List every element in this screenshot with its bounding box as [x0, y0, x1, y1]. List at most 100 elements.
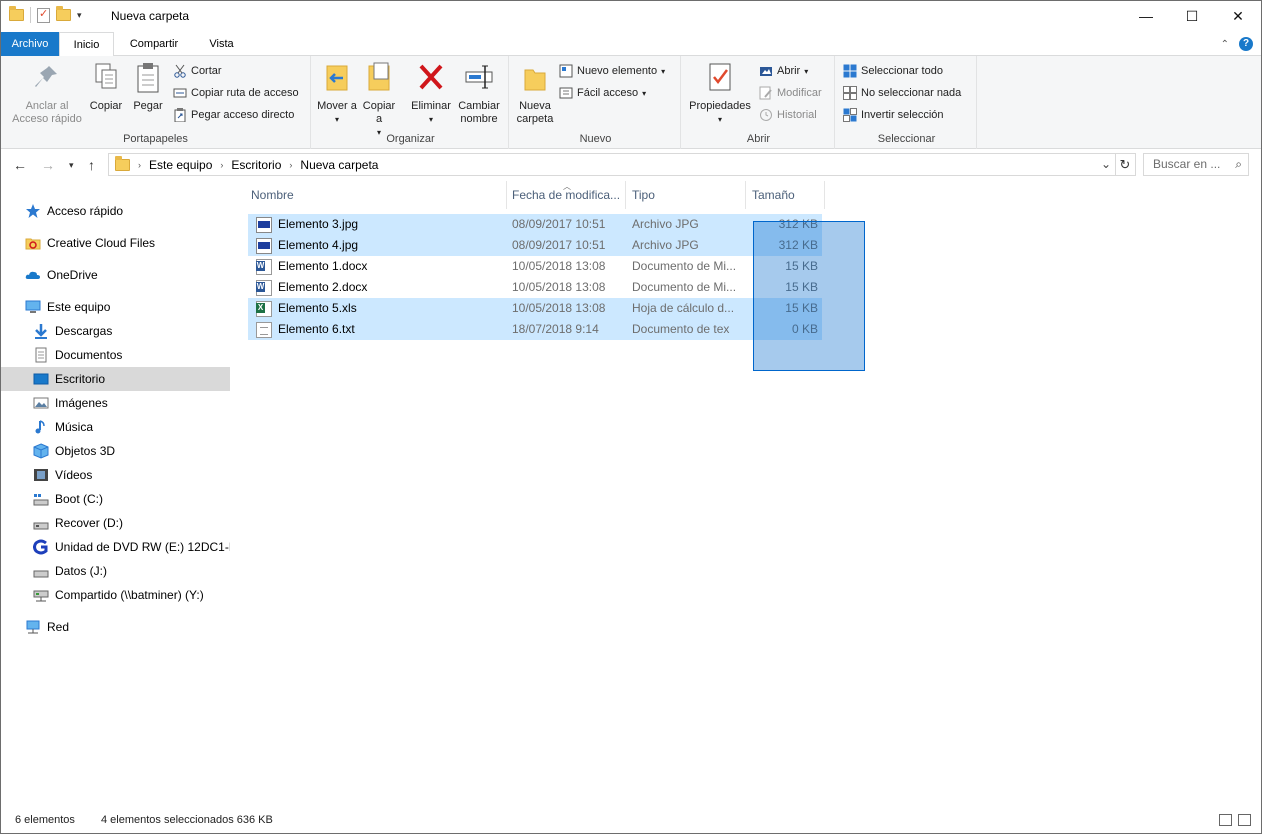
paste-shortcut-label: Pegar acceso directo [191, 109, 295, 121]
nav-item-documentos[interactable]: Documentos [1, 343, 230, 367]
nav-item-musica[interactable]: Música [1, 415, 230, 439]
breadcrumb-separator-icon[interactable]: › [138, 160, 141, 170]
rename-label: Cambiar nombre [458, 100, 500, 125]
copy-to-button[interactable]: Copiar a ▾ [359, 60, 399, 139]
table-row[interactable]: Elemento 2.docx 10/05/2018 13:08 Documen… [248, 277, 822, 298]
invert-selection-button[interactable]: Invertir selección [843, 108, 944, 122]
maximize-button[interactable]: ☐ [1169, 1, 1215, 31]
paste-button[interactable]: Pegar [129, 60, 167, 113]
nav-item-objetos-3d[interactable]: Objetos 3D [1, 439, 230, 463]
nav-item-este-equipo[interactable]: Este equipo [1, 295, 230, 319]
edit-button[interactable]: Modificar [759, 86, 822, 100]
rename-button[interactable]: Cambiar nombre [455, 60, 503, 126]
nav-item-creative-cloud[interactable]: Creative Cloud Files [1, 231, 230, 255]
column-header-fecha[interactable]: Fecha de modifica... [506, 181, 626, 209]
address-history-chevron-icon[interactable]: ⌄ [1101, 157, 1111, 171]
tab-compartir[interactable]: Compartir [118, 32, 190, 56]
nav-item-datos-j[interactable]: Datos (J:) [1, 559, 230, 583]
up-arrow-icon[interactable]: ↑ [88, 157, 95, 173]
table-row[interactable]: Elemento 4.jpg 08/09/2017 10:51 Archivo … [248, 235, 822, 256]
explorer-window: ▾ Nueva carpeta — ☐ ✕ Archivo Inicio Com… [0, 0, 1262, 834]
ribbon: Anclar al Acceso rápido Copiar Pegar Cor… [1, 56, 1261, 149]
open-button[interactable]: Abrir ▾ [759, 64, 808, 78]
table-row[interactable]: Elemento 3.jpg 08/09/2017 10:51 Archivo … [248, 214, 822, 235]
properties-button[interactable]: Propiedades ▾ [685, 60, 755, 126]
table-row[interactable]: Elemento 1.docx 10/05/2018 13:08 Documen… [248, 256, 822, 277]
breadcrumb-separator-icon[interactable]: › [289, 160, 292, 170]
network-icon [25, 619, 41, 635]
history-button[interactable]: Historial [759, 108, 817, 122]
select-none-button[interactable]: No seleccionar nada [843, 86, 961, 100]
copy-button[interactable]: Copiar [87, 60, 125, 113]
nav-item-compartido-y[interactable]: Compartido (\\batminer) (Y:) [1, 583, 230, 607]
file-date: 10/05/2018 13:08 [512, 280, 606, 294]
word-icon [256, 279, 272, 296]
nav-item-escritorio[interactable]: Escritorio [1, 367, 230, 391]
new-folder-label: Nueva carpeta [516, 100, 554, 125]
table-row[interactable]: Elemento 6.txt 18/07/2018 9:14 Documento… [248, 319, 822, 340]
dvd-icon [33, 539, 49, 555]
tab-archivo[interactable]: Archivo [1, 32, 59, 56]
column-header-tipo[interactable]: Tipo [626, 181, 746, 209]
delete-button[interactable]: Eliminar ▾ [409, 60, 453, 126]
collapse-ribbon-icon[interactable]: ⌃ [1221, 39, 1229, 50]
recent-locations-chevron-icon[interactable]: ▾ [69, 160, 74, 171]
address-bar[interactable]: › Este equipo › Escritorio › Nueva carpe… [108, 153, 1116, 176]
breadcrumb-nueva-carpeta[interactable]: Nueva carpeta [300, 158, 378, 172]
creative-cloud-icon [25, 235, 41, 251]
breadcrumb-escritorio[interactable]: Escritorio [231, 158, 281, 172]
nav-item-boot-c[interactable]: Boot (C:) [1, 487, 230, 511]
desktop-icon [33, 371, 49, 387]
new-item-button[interactable]: Nuevo elemento ▾ [559, 64, 665, 78]
column-header-tamano[interactable]: Tamaño [746, 181, 825, 209]
nav-item-imagenes[interactable]: Imágenes [1, 391, 230, 415]
properties-icon [704, 60, 736, 96]
select-all-button[interactable]: Seleccionar todo [843, 64, 943, 78]
file-list: Nombre ︿ Fecha de modifica... Tipo Tamañ… [233, 181, 1261, 811]
move-to-label: Mover a [317, 100, 357, 112]
new-folder-button[interactable]: Nueva carpeta [513, 60, 557, 126]
file-name: Elemento 4.jpg [278, 238, 359, 252]
nav-item-onedrive[interactable]: OneDrive [1, 263, 230, 287]
tab-vista[interactable]: Vista [194, 32, 249, 56]
nav-item-red[interactable]: Red [1, 615, 230, 639]
column-header-nombre[interactable]: Nombre [245, 181, 507, 209]
details-view-icon[interactable] [1219, 814, 1232, 826]
large-icons-view-icon[interactable] [1238, 814, 1251, 826]
select-all-icon [843, 64, 857, 78]
forward-arrow-icon[interactable]: → [41, 157, 55, 173]
tab-inicio[interactable]: Inicio [59, 32, 114, 57]
help-icon[interactable]: ? [1239, 37, 1253, 51]
search-box[interactable]: Buscar en ... ⌕ [1143, 153, 1249, 176]
file-type: Documento de tex [632, 322, 730, 336]
move-to-button[interactable]: Mover a ▾ [317, 60, 357, 126]
pin-quick-access-button[interactable]: Anclar al Acceso rápido [7, 60, 87, 126]
nav-item-descargas[interactable]: Descargas [1, 319, 230, 343]
cut-button[interactable]: Cortar [173, 64, 222, 78]
nav-item-dvd-e[interactable]: Unidad de DVD RW (E:) 12DC1-N( [1, 535, 230, 559]
customize-toolbar-button[interactable]: ▾ [77, 10, 82, 21]
folder-icon[interactable] [9, 6, 24, 21]
back-arrow-icon[interactable]: ← [13, 157, 27, 173]
table-row[interactable]: Elemento 5.xls 10/05/2018 13:08 Hoja de … [248, 298, 822, 319]
delete-icon [415, 60, 447, 96]
nav-item-videos[interactable]: Vídeos [1, 463, 230, 487]
new-folder-icon[interactable] [56, 6, 71, 21]
nav-item-acceso-rapido[interactable]: Acceso rápido [1, 199, 230, 223]
easy-access-button[interactable]: Fácil acceso ▾ [559, 86, 646, 100]
copy-path-button[interactable]: Copiar ruta de acceso [173, 86, 299, 100]
edit-label: Modificar [777, 87, 822, 99]
file-date: 08/09/2017 10:51 [512, 217, 606, 231]
close-button[interactable]: ✕ [1215, 1, 1261, 31]
properties-icon[interactable] [37, 7, 50, 23]
group-abrir: Propiedades ▾ Abrir ▾ Modificar Historial … [683, 56, 835, 149]
breadcrumb-este-equipo[interactable]: Este equipo [149, 158, 212, 172]
minimize-button[interactable]: — [1123, 1, 1169, 31]
nav-item-recover-d[interactable]: Recover (D:) [1, 511, 230, 535]
breadcrumb-separator-icon[interactable]: › [220, 160, 223, 170]
paste-shortcut-button[interactable]: Pegar acceso directo [173, 108, 295, 123]
new-item-icon [559, 64, 573, 78]
nav-label: Acceso rápido [47, 204, 124, 218]
jpg-icon [256, 237, 272, 254]
refresh-icon[interactable]: ↻ [1115, 153, 1136, 176]
